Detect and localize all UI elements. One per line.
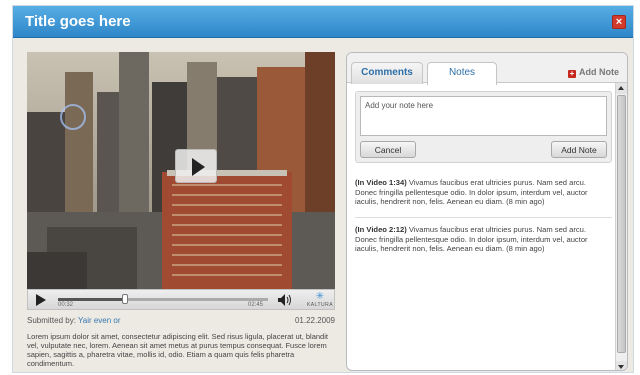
note-divider	[355, 217, 612, 218]
tab-notes[interactable]: Notes	[427, 62, 497, 85]
add-note-link[interactable]: + Add Note	[568, 67, 619, 78]
player-dialog: Title goes here × 00:32 02:45 ✳ KALTURA …	[12, 5, 634, 373]
add-note-button[interactable]: Add Note	[551, 141, 607, 158]
globe-logo-icon	[60, 104, 86, 130]
player-controls: 00:32 02:45 ✳ KALTURA	[27, 289, 335, 310]
scrub-progress	[58, 298, 126, 301]
brand-name: KALTURA	[306, 302, 334, 308]
volume-icon[interactable]	[278, 294, 294, 306]
submitted-label: Submitted by:	[27, 316, 76, 325]
note-form: Cancel Add Note	[355, 91, 612, 163]
note-item: (In Video 2:12) Vivamus faucibus erat ul…	[355, 225, 610, 254]
note-timestamp[interactable]: (In Video 1:34)	[355, 178, 407, 187]
elapsed-time: 00:32	[58, 302, 74, 308]
note-item: (In Video 1:34) Vivamus faucibus erat ul…	[355, 178, 610, 207]
tab-comments[interactable]: Comments	[351, 62, 423, 84]
kaltura-logo: ✳ KALTURA	[306, 292, 334, 309]
publish-date: 01.22.2009	[294, 316, 335, 325]
notes-scrollbar[interactable]	[615, 83, 627, 370]
close-icon[interactable]: ×	[612, 15, 626, 29]
note-input[interactable]	[360, 96, 607, 136]
kaltura-star-icon: ✳	[315, 291, 325, 302]
add-note-link-label: Add Note	[579, 67, 619, 77]
scroll-up-icon[interactable]	[616, 83, 627, 94]
scrub-bar[interactable]	[58, 294, 268, 304]
note-timestamp[interactable]: (In Video 2:12)	[355, 225, 407, 234]
cancel-button[interactable]: Cancel	[360, 141, 416, 158]
scroll-down-icon[interactable]	[616, 361, 627, 370]
video-frame[interactable]	[27, 52, 335, 289]
tab-bar: Comments Notes + Add Note	[347, 53, 627, 85]
author-link[interactable]: Yair even or	[78, 316, 121, 325]
scroll-thumb[interactable]	[617, 95, 626, 353]
dialog-title: Title goes here	[25, 13, 131, 30]
total-time: 02:45	[248, 302, 264, 308]
notes-panel: Comments Notes +Add Note Cancel Add Note…	[346, 52, 628, 371]
title-bar: Title goes here ×	[13, 6, 633, 38]
video-description: Lorem ipsum dolor sit amet, consectetur …	[27, 332, 328, 368]
video-meta: Submitted by: Yair even or 01.22.2009	[27, 316, 335, 325]
scrub-handle[interactable]	[122, 294, 129, 304]
play-icon[interactable]	[36, 294, 46, 306]
plus-icon: +	[568, 69, 576, 78]
play-overlay-button[interactable]	[175, 149, 217, 183]
